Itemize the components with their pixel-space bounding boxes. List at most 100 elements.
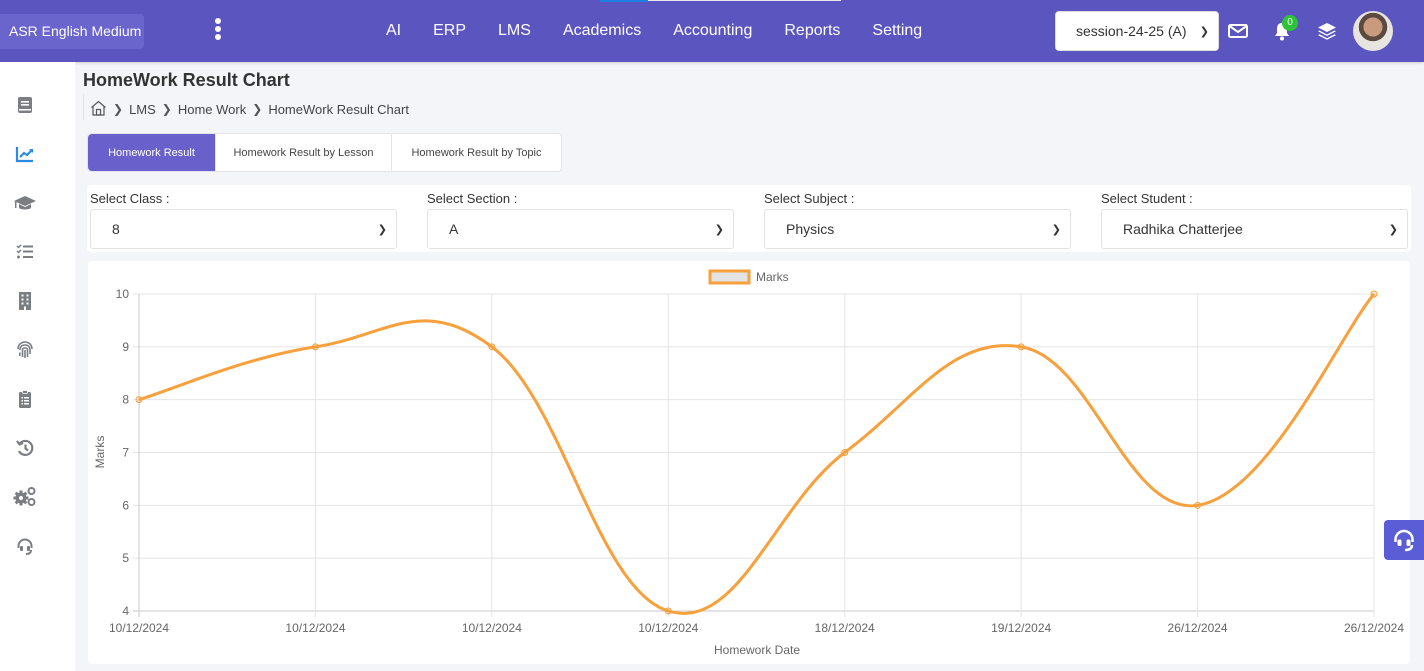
homework-result-chart: 45678910 10/12/2024 10/12/2024 10/12/2024 1… — [93, 269, 1404, 657]
tab-homework-result-by-topic[interactable]: Homework Result by Topic — [392, 134, 561, 171]
y-axis-label: Marks — [93, 436, 107, 469]
nav-ai[interactable]: AI — [370, 22, 417, 40]
nav-setting[interactable]: Setting — [856, 22, 938, 40]
x-tick-label: 19/12/2024 — [991, 621, 1051, 635]
avatar[interactable] — [1353, 11, 1393, 51]
x-tick-label: 10/12/2024 — [462, 621, 522, 635]
clipboard-list-icon[interactable] — [13, 387, 37, 411]
x-axis-ticks: 10/12/2024 10/12/2024 10/12/2024 10/12/2024… — [109, 621, 1404, 635]
headset-icon[interactable] — [13, 534, 37, 558]
data-point — [1370, 290, 1378, 298]
chevron-down-icon: ❯ — [1199, 26, 1209, 38]
gears-icon[interactable] — [13, 485, 37, 509]
section-label: Select Section : — [427, 191, 518, 206]
data-point — [841, 449, 849, 456]
breadcrumb-divider — [83, 94, 84, 120]
headset-icon — [1394, 529, 1414, 552]
chart-line-icon[interactable] — [13, 142, 37, 166]
chevron-right-icon: ❯ — [113, 102, 124, 116]
y-axis-ticks: 4 5 6 7 8 9 10 — [116, 287, 130, 618]
notification-badge: 0 — [1282, 15, 1298, 31]
help-support-button[interactable] — [1384, 520, 1424, 560]
layers-icon[interactable] — [1316, 20, 1338, 42]
subject-select[interactable]: Physics ❯ — [764, 209, 1071, 249]
x-tick-label: 10/12/2024 — [109, 621, 169, 635]
x-tick-label: 10/12/2024 — [285, 621, 345, 635]
section-filter: Select Section : A ❯ — [424, 185, 734, 249]
class-filter: Select Class : 8 ❯ — [87, 185, 397, 249]
chart-card: 4 5 6 7 8 9 10 10/12/2024 10/12/2024 10/12/2024 1… — [88, 261, 1410, 664]
subject-filter: Select Subject : Physics ❯ — [761, 185, 1071, 249]
chevron-down-icon: ❯ — [377, 224, 387, 236]
y-tick-label: 9 — [122, 340, 129, 354]
building-icon[interactable] — [13, 289, 37, 313]
student-filter: Select Student : Radhika Chatterjee ❯ — [1098, 185, 1408, 249]
session-select[interactable]: session-24-25 (A) ❯ — [1055, 11, 1219, 51]
y-tick-label: 6 — [122, 498, 129, 512]
x-tick-label: 10/12/2024 — [638, 621, 698, 635]
y-tick-label: 8 — [122, 393, 129, 407]
tab-homework-result[interactable]: Homework Result — [88, 134, 216, 171]
home-icon[interactable] — [90, 100, 107, 119]
chevron-down-icon: ❯ — [714, 224, 724, 236]
nav-academics[interactable]: Academics — [547, 22, 657, 40]
data-point — [311, 343, 319, 351]
x-axis-label: Homework Date — [714, 643, 800, 657]
subject-value: Physics — [786, 221, 835, 237]
subject-label: Select Subject : — [764, 191, 855, 206]
mail-icon[interactable] — [1227, 20, 1249, 42]
chevron-right-icon: ❯ — [252, 102, 263, 116]
sidebar — [0, 62, 75, 671]
result-tabs: Homework Result Homework Result by Lesso… — [87, 133, 562, 172]
filter-panel: Select Class : 8 ❯ Select Section : A ❯ … — [87, 185, 1411, 252]
breadcrumb-homework[interactable]: Home Work — [178, 102, 246, 117]
chart-grid — [133, 293, 1375, 617]
legend-swatch[interactable] — [708, 269, 751, 285]
nav-erp[interactable]: ERP — [417, 22, 482, 40]
chevron-down-icon: ❯ — [1051, 224, 1061, 236]
breadcrumb-lms[interactable]: LMS — [129, 102, 156, 117]
data-point — [135, 396, 143, 404]
chevron-down-icon: ❯ — [1388, 224, 1398, 236]
section-value: A — [449, 221, 459, 237]
nav-accounting[interactable]: Accounting — [657, 22, 768, 40]
tab-homework-result-by-lesson[interactable]: Homework Result by Lesson — [216, 134, 392, 171]
data-point — [488, 343, 496, 351]
student-label: Select Student : — [1101, 191, 1193, 206]
x-tick-label: 26/12/2024 — [1344, 621, 1404, 635]
nav-reports[interactable]: Reports — [768, 22, 856, 40]
nav-lms[interactable]: LMS — [482, 22, 547, 40]
section-select[interactable]: A ❯ — [427, 209, 734, 249]
student-select[interactable]: Radhika Chatterjee ❯ — [1101, 209, 1408, 249]
graduation-cap-icon[interactable] — [13, 191, 37, 215]
class-value: 8 — [112, 221, 120, 237]
legend: Marks — [708, 269, 789, 285]
data-point — [664, 607, 672, 615]
class-select[interactable]: 8 ❯ — [90, 209, 397, 249]
student-value: Radhika Chatterjee — [1123, 221, 1243, 237]
book-icon[interactable] — [13, 93, 37, 117]
breadcrumb-current: HomeWork Result Chart — [268, 101, 409, 117]
chevron-right-icon: ❯ — [161, 102, 172, 116]
school-name[interactable]: ASR English Medium — [0, 14, 144, 49]
data-point — [1017, 343, 1025, 351]
checklist-icon[interactable] — [13, 240, 37, 264]
top-navbar: ASR English Medium AI ERP LMS Academics … — [0, 0, 1424, 62]
y-tick-label: 4 — [122, 604, 129, 618]
history-icon[interactable] — [13, 436, 37, 460]
class-label: Select Class : — [90, 191, 170, 206]
breadcrumb: ❯ LMS ❯ Home Work ❯ HomeWork Result Char… — [90, 100, 409, 118]
page-title: HomeWork Result Chart — [83, 70, 290, 90]
series-line-marks — [138, 293, 1376, 615]
x-tick-label: 26/12/2024 — [1168, 621, 1228, 635]
y-tick-label: 7 — [122, 446, 129, 460]
legend-label[interactable]: Marks — [756, 270, 789, 284]
y-tick-label: 5 — [122, 551, 129, 565]
fingerprint-icon[interactable] — [13, 338, 37, 362]
data-point — [1194, 501, 1202, 509]
y-tick-label: 10 — [116, 287, 130, 301]
kebab-menu-icon[interactable] — [212, 18, 224, 44]
x-tick-label: 18/12/2024 — [815, 621, 875, 635]
main-nav: AI ERP LMS Academics Accounting Reports … — [370, 0, 938, 62]
session-value: session-24-25 (A) — [1076, 23, 1187, 39]
